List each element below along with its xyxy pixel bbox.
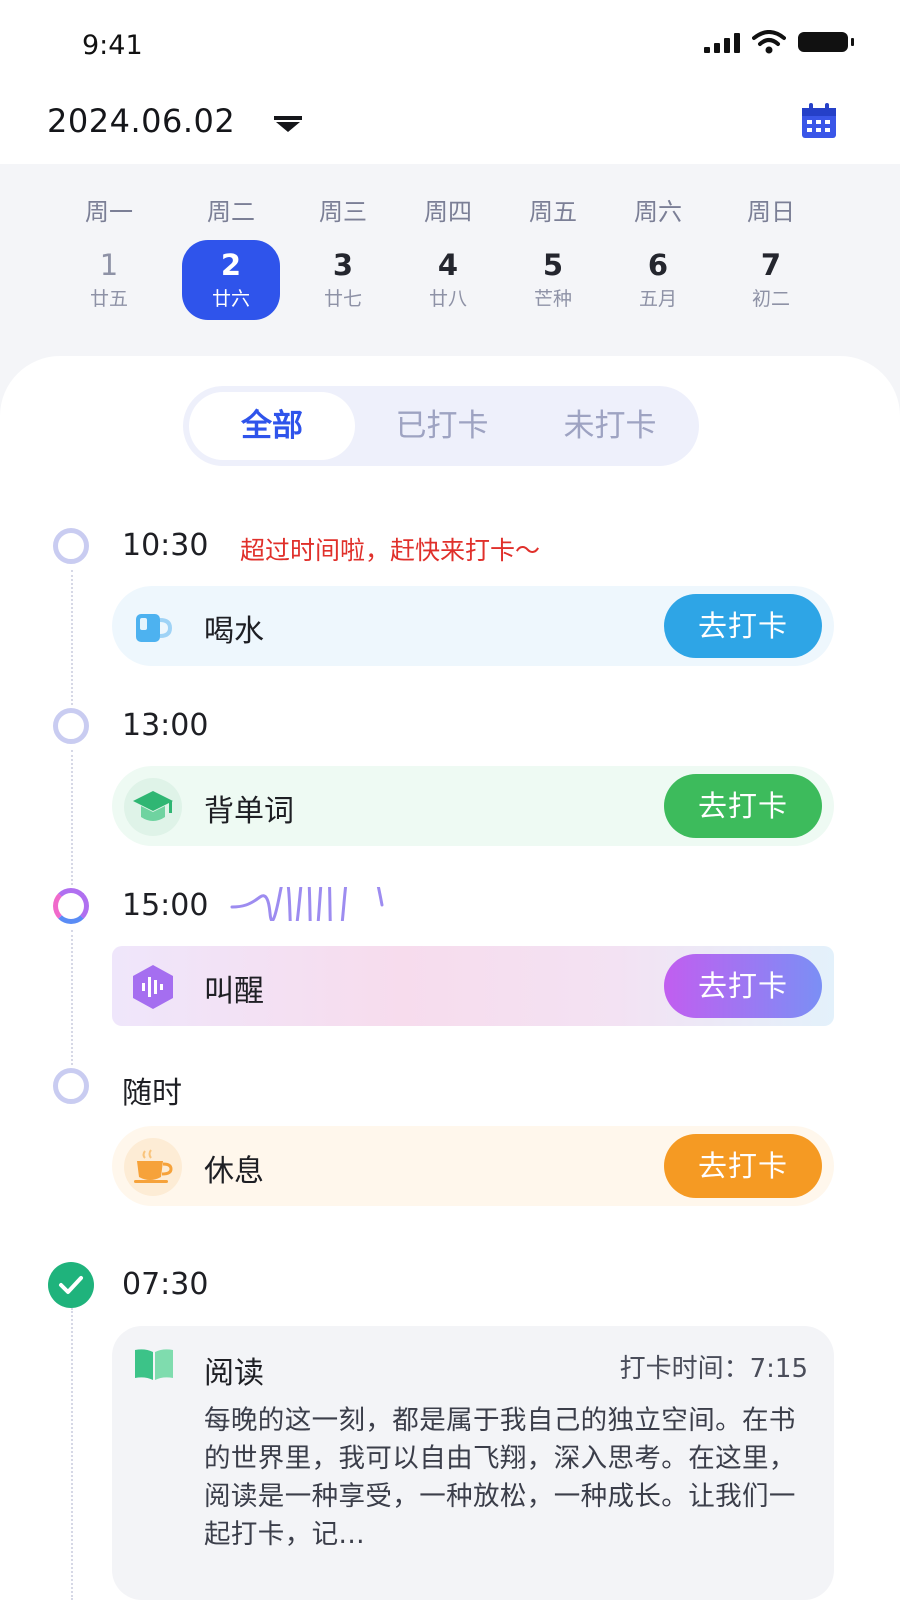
checkin-button-water[interactable]: 去打卡 <box>664 594 822 658</box>
weekday-label: 周三 <box>319 198 367 226</box>
filter-tab-checked[interactable]: 已打卡 <box>359 392 525 460</box>
timeline-node <box>48 1262 94 1308</box>
day-number: 7 <box>760 248 782 282</box>
weekday-label: 周一 <box>85 198 133 226</box>
task-name: 喝水 <box>204 614 264 649</box>
date-selector[interactable]: 2024.06.02 <box>47 102 235 140</box>
filter-segmented-control: 全部 已打卡 未打卡 <box>183 386 699 466</box>
checkin-time: 打卡时间：7:15 <box>619 1354 808 1384</box>
cup-icon <box>124 598 182 656</box>
pending-ring-icon <box>53 708 89 744</box>
overdue-warning: 超过时间啦，赶快来打卡～ <box>240 536 541 565</box>
task-name: 叫醒 <box>204 974 264 1009</box>
lunar-date: 初二 <box>751 288 790 310</box>
day-number: 4 <box>437 248 459 282</box>
task-card-water[interactable]: 喝水 去打卡 <box>112 586 834 666</box>
completed-card-reading[interactable]: 阅读 打卡时间：7:15 每晚的这一刻，都是属于我自己的独立空间。在书的世界里，… <box>112 1326 834 1600</box>
weekday-label: 周二 <box>207 198 255 226</box>
task-name: 背单词 <box>204 794 294 829</box>
task-card-wakeup[interactable]: 叫醒 去打卡 <box>112 946 834 1026</box>
pending-ring-icon <box>53 528 89 564</box>
task-time: 随时 <box>122 1076 182 1111</box>
status-bar: 9:41 <box>0 0 900 88</box>
day-cell-4[interactable]: 4 廿八 <box>399 240 497 320</box>
weekday-label: 周四 <box>424 198 472 226</box>
weekday-label: 周日 <box>747 198 795 226</box>
timeline-connector <box>71 750 73 885</box>
lunar-date: 廿七 <box>323 288 362 310</box>
coffee-icon <box>124 1138 182 1196</box>
day-cell-5[interactable]: 5 芒种 <box>504 240 602 320</box>
filter-tab-all[interactable]: 全部 <box>189 392 355 460</box>
status-icons <box>704 30 854 54</box>
timeline-connector <box>71 1308 73 1600</box>
lunar-date: 五月 <box>638 288 677 310</box>
cellular-signal-icon <box>704 31 740 53</box>
book-icon <box>124 1334 184 1394</box>
day-number: 3 <box>332 248 354 282</box>
weekday-label: 周六 <box>634 198 682 226</box>
task-name: 休息 <box>204 1154 264 1189</box>
header: 2024.06.02 <box>0 88 900 164</box>
day-number: 2 <box>220 248 242 282</box>
filter-tab-unchecked[interactable]: 未打卡 <box>527 392 693 460</box>
checkin-note: 每晚的这一刻，都是属于我自己的独立空间。在书的世界里，我可以自由飞翔，深入思考。… <box>204 1405 796 1550</box>
timeline-node <box>48 523 94 569</box>
task-time: 10:30 <box>122 528 209 563</box>
status-time: 9:41 <box>82 30 143 61</box>
caret-down-icon[interactable] <box>274 116 302 132</box>
task-time: 15:00 <box>122 888 209 923</box>
battery-icon <box>798 32 854 52</box>
day-cell-7[interactable]: 7 初二 <box>722 240 820 320</box>
lunar-date: 廿五 <box>89 288 128 310</box>
task-time: 07:30 <box>122 1267 209 1302</box>
lunar-date: 芒种 <box>533 288 572 310</box>
day-cell-1[interactable]: 1 廿五 <box>60 240 158 320</box>
timeline-node <box>48 883 94 929</box>
pending-ring-icon <box>53 1068 89 1104</box>
graduation-cap-icon <box>124 778 182 836</box>
day-cell-3[interactable]: 3 廿七 <box>294 240 392 320</box>
task-card-rest[interactable]: 休息 去打卡 <box>112 1126 834 1206</box>
timeline-node <box>48 703 94 749</box>
wifi-icon <box>752 30 786 54</box>
check-circle-icon <box>48 1262 94 1308</box>
lunar-date: 廿八 <box>428 288 467 310</box>
active-ring-icon <box>53 888 89 924</box>
day-number: 1 <box>99 248 119 282</box>
task-name: 阅读 <box>204 1356 264 1391</box>
sound-wave-icon <box>230 887 384 921</box>
day-number: 6 <box>647 248 669 282</box>
lunar-date: 廿六 <box>211 288 250 310</box>
day-cell-2-selected[interactable]: 2 廿六 <box>182 240 280 320</box>
calendar-icon[interactable] <box>800 102 838 140</box>
day-cell-6[interactable]: 6 五月 <box>609 240 707 320</box>
weekday-label: 周五 <box>529 198 577 226</box>
sound-wave-icon <box>124 958 182 1016</box>
timeline-node <box>48 1063 94 1109</box>
checkin-button-wakeup[interactable]: 去打卡 <box>664 954 822 1018</box>
day-number: 5 <box>542 248 564 282</box>
timeline-connector <box>71 930 73 1065</box>
task-time: 13:00 <box>122 708 209 743</box>
week-strip: 周一 1 廿五 周二 2 廿六 周三 3 廿七 周四 4 廿八 周五 5 芒种 <box>0 164 900 364</box>
checkin-button-vocab[interactable]: 去打卡 <box>664 774 822 838</box>
timeline-connector <box>71 570 73 705</box>
checkin-button-rest[interactable]: 去打卡 <box>664 1134 822 1198</box>
task-card-vocab[interactable]: 背单词 去打卡 <box>112 766 834 846</box>
